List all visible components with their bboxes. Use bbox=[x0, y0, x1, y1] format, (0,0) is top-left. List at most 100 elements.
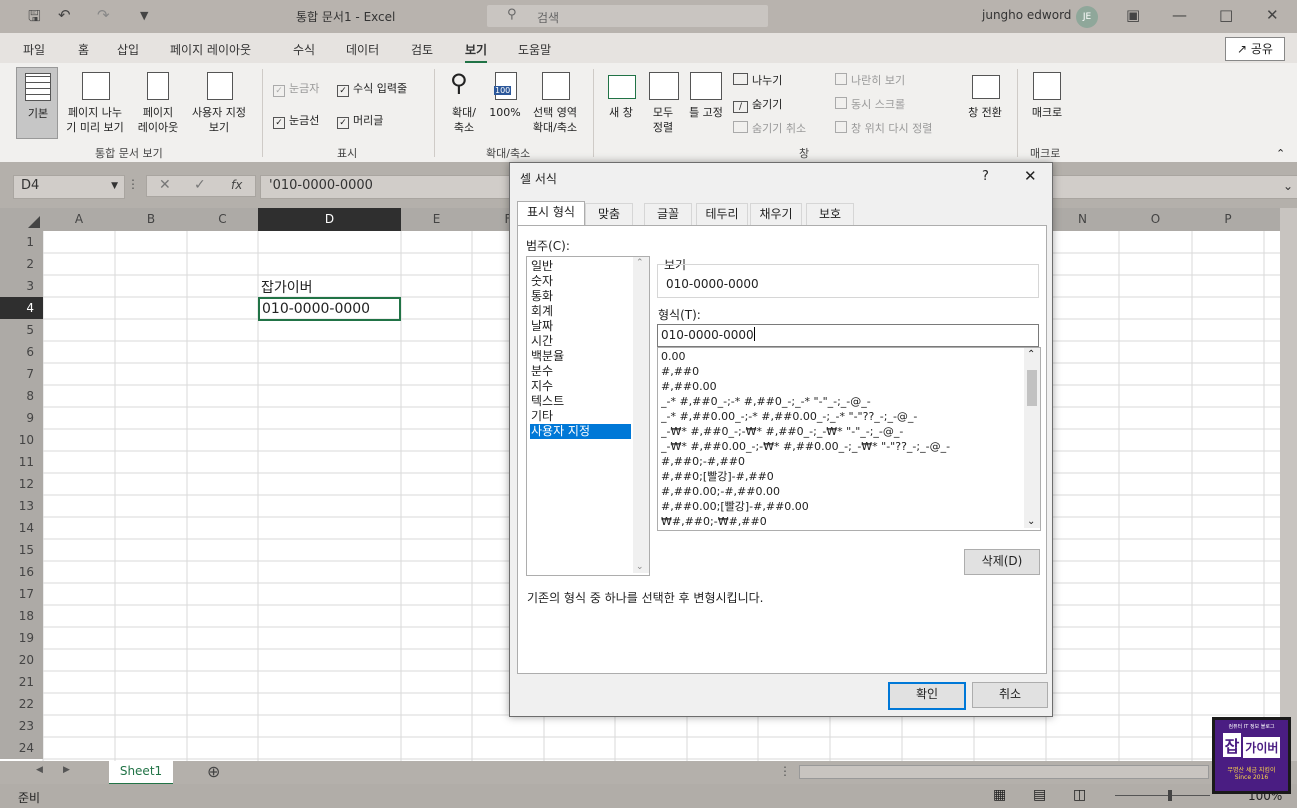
row-header[interactable]: 12 bbox=[0, 473, 43, 495]
page-break-preview-button[interactable]: 페이지 나누 기 미리 보기 bbox=[60, 67, 130, 139]
custom-views-button[interactable]: 사용자 지정 보기 bbox=[186, 67, 252, 139]
split-button[interactable]: 나누기 bbox=[733, 72, 782, 88]
dialog-close-icon[interactable]: ✕ bbox=[1024, 167, 1037, 185]
row-header[interactable]: 14 bbox=[0, 517, 43, 539]
user-name[interactable]: jungho edword bbox=[982, 8, 1071, 22]
category-item[interactable]: 통화 bbox=[530, 289, 631, 304]
select-all-corner[interactable] bbox=[0, 208, 43, 231]
format-item[interactable]: _-* #,##0_-;-* #,##0_-;_-* "-"_-;_-@_- bbox=[661, 394, 1021, 409]
tab-review[interactable]: 검토 bbox=[411, 41, 433, 58]
row-header[interactable]: 24 bbox=[0, 737, 43, 759]
row-header[interactable]: 21 bbox=[0, 671, 43, 693]
column-header[interactable]: A bbox=[43, 212, 115, 226]
synchronous-scrolling-button[interactable]: 동시 스크롤 bbox=[835, 96, 905, 112]
row-header[interactable]: 17 bbox=[0, 583, 43, 605]
undo-icon[interactable]: ↶ bbox=[58, 6, 71, 24]
format-item[interactable]: _-₩* #,##0_-;-₩* #,##0_-;_-₩* "-"_-;_-@_… bbox=[661, 424, 1021, 439]
new-window-button[interactable]: 새 창 bbox=[602, 67, 640, 139]
maximize-icon[interactable]: □ bbox=[1219, 6, 1233, 24]
help-button[interactable]: ? bbox=[982, 169, 989, 184]
vertical-scrollbar[interactable] bbox=[1280, 208, 1297, 761]
expand-formula-bar-icon[interactable]: ⌄ bbox=[1283, 176, 1293, 196]
row-header[interactable]: 20 bbox=[0, 649, 43, 671]
scroll-up-icon[interactable]: ⌃ bbox=[636, 258, 644, 268]
category-item[interactable]: 회계 bbox=[530, 304, 631, 319]
row-header[interactable]: 10 bbox=[0, 429, 43, 451]
row-header[interactable]: 13 bbox=[0, 495, 43, 517]
tab-insert[interactable]: 삽입 bbox=[117, 41, 139, 58]
tab-formulas[interactable]: 수식 bbox=[293, 41, 315, 58]
search-input[interactable]: ⚲ 검색 bbox=[487, 5, 768, 27]
view-side-by-side-button[interactable]: 나란히 보기 bbox=[835, 72, 905, 88]
gridlines-checkbox[interactable]: ✓ 눈금선 bbox=[273, 112, 319, 129]
dialog-tab-font[interactable]: 글꼴 bbox=[644, 203, 692, 226]
switch-windows-button[interactable]: 창 전환 bbox=[962, 67, 1008, 139]
collapse-ribbon-icon[interactable]: ⌃ bbox=[1276, 147, 1285, 160]
dialog-tab-protection[interactable]: 보호 bbox=[806, 203, 854, 226]
format-item[interactable]: #,##0.00;[빨강]-#,##0.00 bbox=[661, 499, 1021, 514]
confirm-entry-icon[interactable]: ✓ bbox=[194, 177, 206, 193]
page-layout-button[interactable]: 페이지 레이아웃 bbox=[133, 67, 183, 139]
ok-button[interactable]: 확인 bbox=[888, 682, 966, 710]
sheet-tab-sheet1[interactable]: Sheet1 bbox=[109, 761, 173, 785]
row-header[interactable]: 16 bbox=[0, 561, 43, 583]
scroll-up-icon[interactable]: ⌃ bbox=[1027, 349, 1035, 360]
format-scrollbar[interactable]: ⌃ ⌄ bbox=[1024, 348, 1040, 528]
cell-d3[interactable]: 잡가이버 bbox=[261, 277, 313, 297]
category-item[interactable]: 사용자 지정 bbox=[530, 424, 631, 439]
horizontal-scrollbar[interactable] bbox=[799, 765, 1209, 779]
freeze-panes-button[interactable]: 틀 고정 bbox=[684, 67, 728, 139]
format-list[interactable]: ⌃ ⌄ 0.00 #,##0 #,##0.00 _-* #,##0_-;-* #,##… bbox=[657, 347, 1041, 531]
customize-qat-icon[interactable]: ▼ bbox=[140, 9, 148, 22]
column-header[interactable]: O bbox=[1119, 212, 1192, 226]
category-item[interactable]: 숫자 bbox=[530, 274, 631, 289]
category-scrollbar[interactable]: ⌃ ⌄ bbox=[633, 257, 649, 573]
category-item[interactable]: 텍스트 bbox=[530, 394, 631, 409]
row-header[interactable]: 9 bbox=[0, 407, 43, 429]
page-break-status-icon[interactable]: ◫ bbox=[1073, 787, 1086, 803]
format-item[interactable]: ₩#,##0;-₩#,##0 bbox=[661, 514, 1021, 529]
row-header[interactable]: 8 bbox=[0, 385, 43, 407]
name-box[interactable]: D4 ▼ bbox=[13, 175, 125, 199]
row-header[interactable]: 22 bbox=[0, 693, 43, 715]
minimize-icon[interactable]: — bbox=[1172, 6, 1187, 24]
dialog-tab-alignment[interactable]: 맞춤 bbox=[585, 203, 633, 226]
unhide-button[interactable]: 숨기기 취소 bbox=[733, 120, 806, 136]
column-header[interactable]: B bbox=[115, 212, 187, 226]
ruler-checkbox[interactable]: ✓ 눈금자 bbox=[273, 80, 319, 97]
scrollbar-thumb[interactable] bbox=[1027, 370, 1037, 406]
column-header[interactable]: N bbox=[1046, 212, 1119, 226]
cell-d4-selected[interactable]: 010-0000-0000 bbox=[258, 297, 401, 321]
macros-button[interactable]: 매크로 bbox=[1025, 67, 1069, 139]
close-icon[interactable]: ✕ bbox=[1266, 6, 1279, 24]
tab-file[interactable]: 파일 bbox=[23, 41, 45, 58]
page-layout-status-icon[interactable]: ▤ bbox=[1033, 787, 1046, 803]
row-header[interactable]: 4 bbox=[0, 297, 43, 319]
ribbon-display-options-icon[interactable]: ▣ bbox=[1126, 6, 1140, 24]
category-item[interactable]: 기타 bbox=[530, 409, 631, 424]
row-header[interactable]: 11 bbox=[0, 451, 43, 473]
type-input[interactable]: 010-0000-0000 bbox=[657, 324, 1039, 347]
format-item[interactable]: _-* #,##0.00_-;-* #,##0.00_-;_-* "-"??_-… bbox=[661, 409, 1021, 424]
hide-button[interactable]: ∕ 숨기기 bbox=[733, 96, 782, 113]
zoom-slider[interactable] bbox=[1115, 795, 1210, 796]
column-header[interactable]: P bbox=[1192, 212, 1264, 226]
dialog-tab-number[interactable]: 표시 형식 bbox=[517, 201, 585, 226]
scroll-down-icon[interactable]: ⌄ bbox=[1027, 516, 1035, 527]
row-header[interactable]: 23 bbox=[0, 715, 43, 737]
zoom-button[interactable]: ⚲ 확대/ 축소 bbox=[444, 67, 484, 139]
format-item[interactable]: _-₩* #,##0.00_-;-₩* #,##0.00_-;_-₩* "-"?… bbox=[661, 439, 1021, 454]
format-item[interactable]: #,##0;[빨강]-#,##0 bbox=[661, 469, 1021, 484]
tab-help[interactable]: 도움말 bbox=[518, 41, 551, 58]
column-header[interactable]: E bbox=[401, 212, 472, 226]
formula-bar-checkbox[interactable]: ✓ 수식 입력줄 bbox=[337, 80, 407, 97]
column-header[interactable]: D bbox=[258, 208, 401, 231]
cancel-entry-icon[interactable]: ✕ bbox=[159, 177, 171, 193]
cancel-button[interactable]: 취소 bbox=[972, 682, 1048, 708]
row-header[interactable]: 19 bbox=[0, 627, 43, 649]
row-header[interactable]: 3 bbox=[0, 275, 43, 297]
row-header[interactable]: 18 bbox=[0, 605, 43, 627]
scroll-down-icon[interactable]: ⌄ bbox=[636, 562, 644, 572]
scroll-right-icon[interactable]: ▶ bbox=[63, 765, 70, 775]
category-item[interactable]: 백분율 bbox=[530, 349, 631, 364]
